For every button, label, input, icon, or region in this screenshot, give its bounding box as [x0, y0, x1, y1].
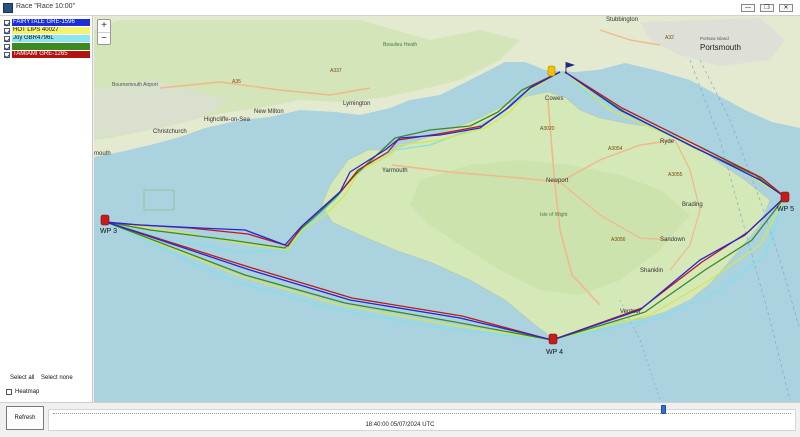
- road-label-a3020: A3020: [540, 126, 555, 132]
- place-sandown: Sandown: [660, 237, 685, 243]
- app-icon: [3, 3, 13, 13]
- road-label-a3055: A3055: [668, 172, 683, 178]
- place-isle-of-wight: Isle of Wight: [540, 212, 568, 218]
- close-button[interactable]: ✕: [779, 4, 793, 12]
- select-all-link[interactable]: Select all: [10, 375, 34, 381]
- boat-label: HOT LIPS 40027: [12, 27, 90, 34]
- select-none-link[interactable]: Select none: [41, 375, 73, 381]
- heatmap-label: Heatmap: [15, 389, 40, 395]
- place-cowes: Cowes: [545, 96, 563, 102]
- boat-label: FAIRYTALE GRE-1596: [12, 19, 90, 26]
- boat-label: Joy GBR4796L: [12, 35, 90, 42]
- road-label-a337: A337: [330, 68, 342, 74]
- road-label-a3056: A3056: [611, 237, 626, 243]
- boat-checkbox[interactable]: [4, 35, 10, 42]
- start-buoy: [547, 65, 556, 77]
- boat-checkbox[interactable]: [4, 19, 10, 26]
- race-map[interactable]: WP 3 WP 4 WP 5 Stubbington A32 Portsmout…: [94, 16, 800, 402]
- place-stubbington: Stubbington: [606, 17, 638, 23]
- place-shanklin: Shanklin: [640, 268, 663, 274]
- boat-label: TAMIAMI GRE-1265: [12, 51, 90, 58]
- maximize-button[interactable]: ❐: [760, 4, 774, 12]
- zoom-out-button[interactable]: −: [98, 32, 110, 44]
- boat-label: [12, 43, 90, 50]
- place-ventnor: Ventnor: [620, 309, 641, 315]
- minimize-button[interactable]: —: [741, 4, 755, 12]
- boat-sidebar: [0, 16, 93, 402]
- window-title: Race "Race 10:00": [16, 3, 76, 10]
- place-highcliffe: Highcliffe-on-Sea: [204, 117, 251, 123]
- road-label-a3054: A3054: [608, 146, 623, 152]
- boat-checkbox[interactable]: [4, 43, 10, 50]
- sea-zone: [143, 189, 175, 211]
- place-new-milton: New Milton: [254, 109, 284, 115]
- place-brading: Brading: [682, 202, 703, 208]
- svg-text:WP 4: WP 4: [546, 349, 563, 356]
- road-label-a32: A32: [665, 35, 674, 41]
- place-portsmouth: Portsmouth: [700, 43, 741, 52]
- zoom-control: + −: [97, 19, 111, 45]
- svg-text:WP 3: WP 3: [100, 228, 117, 235]
- place-newport: Newport: [546, 178, 569, 184]
- zoom-in-button[interactable]: +: [98, 20, 110, 32]
- place-lymington: Lymington: [343, 101, 370, 107]
- road-label-a35: A35: [232, 79, 241, 85]
- title-bar: Race "Race 10:00" — ❐ ✕: [0, 0, 800, 16]
- boat-checkbox[interactable]: [4, 51, 10, 58]
- place-mouth: mouth: [94, 151, 111, 157]
- timestamp-label: 18:40:00 05/07/2024 UTC: [365, 422, 435, 428]
- map-canvas[interactable]: WP 3 WP 4 WP 5 Stubbington A32 Portsmout…: [94, 16, 800, 402]
- place-yarmouth: Yarmouth: [382, 168, 408, 174]
- place-portsea: Portsea Island: [700, 36, 729, 41]
- place-christchurch: Christchurch: [153, 129, 187, 135]
- time-slider-thumb[interactable]: [661, 405, 667, 414]
- heatmap-toggle[interactable]: Heatmap: [6, 389, 39, 395]
- heatmap-checkbox[interactable]: [6, 389, 12, 395]
- place-bournemouth-airport: Bournemouth Airport: [112, 82, 158, 88]
- boat-checkbox[interactable]: [4, 27, 10, 34]
- slider-rail: [53, 413, 791, 415]
- svg-text:WP 5: WP 5: [777, 206, 794, 213]
- place-beaulieu: Beaulieu Heath: [383, 42, 417, 48]
- place-ryde: Ryde: [660, 139, 675, 145]
- boat-row[interactable]: TAMIAMI GRE-1265: [3, 50, 90, 59]
